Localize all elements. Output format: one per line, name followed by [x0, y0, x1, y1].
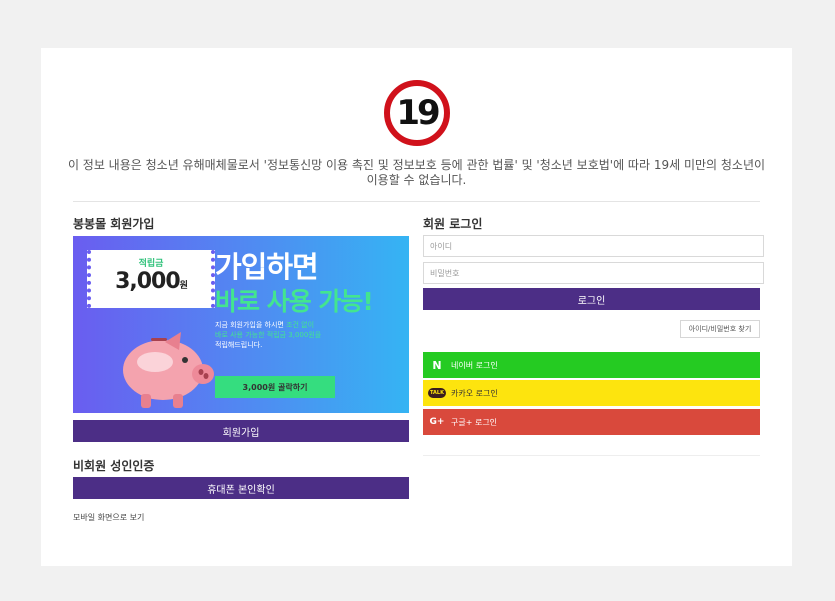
ticket-label: 적립금 — [138, 259, 164, 269]
signup-button[interactable]: 회원가입 — [73, 420, 409, 442]
naver-login-button[interactable]: N 네이버 로그인 — [423, 352, 760, 378]
banner-headline-1: 가입하면 — [215, 250, 319, 284]
naver-icon-glyph: N — [432, 358, 442, 372]
google-plus-icon: G+ — [423, 417, 451, 427]
piggy-bank-icon — [123, 332, 214, 408]
reward-ticket: 적립금 3,000원 — [87, 250, 215, 308]
naver-login-label: 네이버 로그인 — [451, 360, 498, 370]
login-button[interactable]: 로그인 — [423, 288, 760, 310]
ticket-amount: 3,000원 — [91, 269, 211, 294]
divider — [423, 455, 760, 456]
banner-description: 지금 회원가입을 하시면 조건 없이 바로 사용 가능한 적립금 3,000원을… — [215, 320, 395, 350]
ticket-amount-value: 3,000 — [115, 269, 181, 294]
phone-verification-button[interactable]: 휴대폰 본인확인 — [73, 477, 409, 499]
banner-headline-2: 바로 사용 가능! — [215, 287, 374, 316]
ticket-unit: 원 — [179, 281, 188, 291]
login-title: 회원 로그인 — [423, 217, 483, 231]
banner-desc-3: 적립해드립니다. — [215, 341, 263, 349]
age-verification-card: 19 이 정보 내용은 청소년 유해매체물로서 '정보통신망 이용 촉진 및 정… — [41, 48, 792, 566]
banner-desc-1a: 지금 회원가입을 하시면 — [215, 321, 287, 329]
signup-title: 봉봉몰 회원가입 — [73, 217, 155, 231]
naver-icon: N — [423, 359, 451, 372]
kakao-login-label: 카카오 로그인 — [451, 388, 498, 398]
google-icon-glyph: G+ — [429, 417, 445, 427]
password-input[interactable] — [423, 262, 764, 284]
kakao-login-button[interactable]: TALK 카카오 로그인 — [423, 380, 760, 406]
google-login-button[interactable]: G+ 구글+ 로그인 — [423, 409, 760, 435]
banner-desc-1b: 조건 없이 — [286, 321, 315, 329]
age-19-icon: 19 — [384, 80, 450, 146]
divider — [73, 201, 760, 202]
kakao-icon-glyph: TALK — [428, 388, 446, 398]
age-badge-number: 19 — [396, 93, 440, 133]
age-restriction-notice: 이 정보 내용은 청소년 유해매체물로서 '정보통신망 이용 촉진 및 정보보호… — [67, 158, 766, 187]
mobile-view-link[interactable]: 모바일 화면으로 보기 — [73, 512, 144, 523]
banner-desc-2: 바로 사용 가능한 적립금 3,000원을 — [215, 331, 322, 339]
find-account-button[interactable]: 아이디/비밀번호 찾기 — [680, 320, 760, 338]
banner-claim-button[interactable]: 3,000원 골락하기 — [215, 376, 335, 398]
guest-verification-title: 비회원 성인인증 — [73, 459, 155, 473]
kakao-talk-icon: TALK — [423, 388, 451, 398]
google-login-label: 구글+ 로그인 — [451, 417, 498, 427]
signup-banner[interactable]: 적립금 3,000원 가입하면 바로 사용 가능! 지금 회원가입을 하시면 조… — [73, 236, 409, 413]
id-input[interactable] — [423, 235, 764, 257]
